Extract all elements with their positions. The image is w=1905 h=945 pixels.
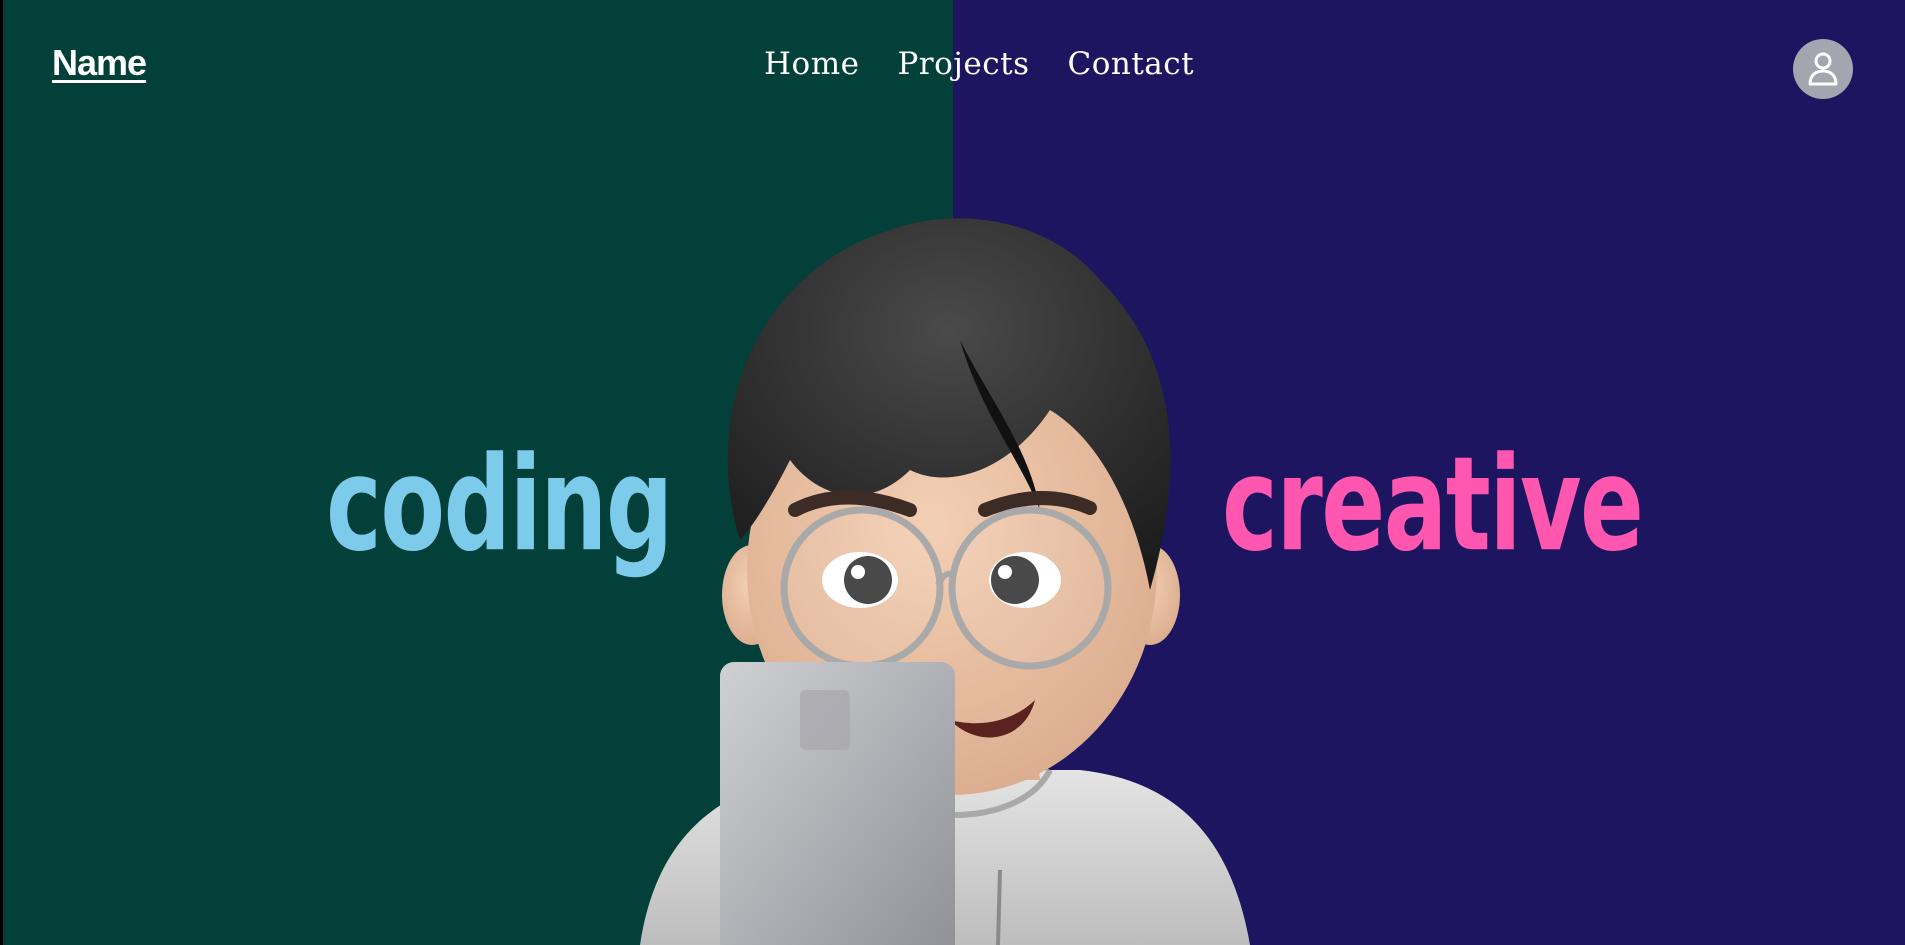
profile-button[interactable] [1793, 39, 1853, 99]
main-nav: Home Projects Contact [764, 46, 1194, 82]
user-icon [1808, 52, 1838, 86]
hero-word-coding: coding [326, 429, 673, 581]
hero-word-creative: creative [1222, 429, 1644, 581]
hero-section: Name Home Projects Contact coding creati… [0, 0, 1905, 945]
nav-link-home[interactable]: Home [764, 46, 859, 82]
brand-logo-link[interactable]: Name [52, 42, 147, 84]
nav-link-projects[interactable]: Projects [897, 46, 1029, 82]
nav-link-contact[interactable]: Contact [1067, 46, 1194, 82]
memoji-avatar-icon [640, 218, 1250, 945]
